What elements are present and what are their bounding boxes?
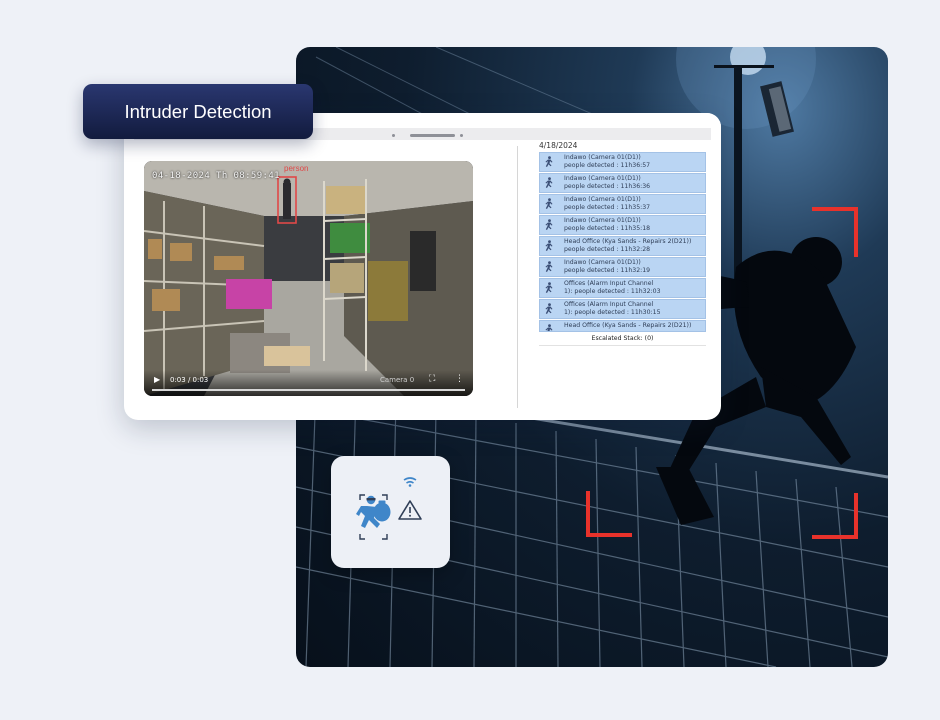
- video-timestamp-overlay: 04-18-2024 Th 08:59:41: [152, 171, 281, 181]
- alert-source: Indawo (Camera 01(D1)): [564, 259, 641, 266]
- alert-detail: 1): people detected : 11h30:15: [564, 309, 661, 316]
- alert-detail: people detected : 11h32:28: [564, 246, 651, 253]
- alert-source: Offices (Alarm Input Channel: [564, 280, 654, 287]
- running-person-icon: [545, 177, 553, 188]
- escalated-stack-label[interactable]: Escalated Stack: (0): [539, 335, 706, 342]
- alert-item[interactable]: Offices (Alarm Input Channel 1): people …: [539, 299, 706, 319]
- alert-item[interactable]: Head Office (Kya Sands - Repairs 2(D21)): [539, 320, 706, 332]
- alert-detail: people detected : 11h35:37: [564, 204, 651, 211]
- alert-item[interactable]: Offices (Alarm Input Channel 1): people …: [539, 278, 706, 298]
- alert-detail: people detected : 11h32:19: [564, 267, 651, 274]
- intruder-alert-icon: [356, 477, 422, 540]
- header-dot: [392, 134, 395, 137]
- alert-source: Indawo (Camera 01(D1)): [564, 175, 641, 182]
- alert-detail: people detected : 11h35:18: [564, 225, 651, 232]
- alert-item[interactable]: Indawo (Camera 01(D1)) people detected :…: [539, 194, 706, 214]
- alert-item[interactable]: Indawo (Camera 01(D1)) people detected :…: [539, 215, 706, 235]
- alerts-list: Indawo (Camera 01(D1)) people detected :…: [539, 152, 706, 332]
- header-dot: [460, 134, 463, 137]
- more-options-icon[interactable]: ⋮: [455, 374, 464, 384]
- alert-item[interactable]: Head Office (Kya Sands - Repairs 2(D21))…: [539, 236, 706, 256]
- video-caption-fragment: Camera 0: [380, 376, 415, 384]
- alert-detail: people detected : 11h36:36: [564, 183, 651, 190]
- intruder-icon-card: [331, 456, 450, 568]
- play-icon[interactable]: ▶: [154, 375, 160, 384]
- camera-monitor-window: 04-18-2024 Th 08:59:41 person ▶ 0:03 / 0…: [124, 113, 721, 420]
- video-time-display: 0:03 / 0:03: [170, 376, 209, 384]
- alert-detail: people detected : 11h36:57: [564, 162, 651, 169]
- alert-item[interactable]: Indawo (Camera 01(D1)) people detected :…: [539, 152, 706, 172]
- running-person-icon: [545, 282, 553, 293]
- running-person-icon: [545, 198, 553, 209]
- feature-title: Intruder Detection: [124, 100, 272, 122]
- alerts-date: 4/18/2024: [539, 141, 578, 150]
- header-drag-handle[interactable]: [410, 134, 455, 137]
- alert-item[interactable]: Indawo (Camera 01(D1)) people detected :…: [539, 173, 706, 193]
- warehouse-footage-frame: [144, 161, 473, 396]
- alert-source: Head Office (Kya Sands - Repairs 2(D21)): [564, 238, 692, 245]
- alert-source: Indawo (Camera 01(D1)): [564, 154, 641, 161]
- running-person-icon: [545, 240, 553, 251]
- alert-source: Offices (Alarm Input Channel: [564, 301, 654, 308]
- alert-item[interactable]: Indawo (Camera 01(D1)) people detected :…: [539, 257, 706, 277]
- person-detection-label: person: [284, 164, 309, 173]
- panel-divider: [517, 146, 518, 408]
- cctv-video-player[interactable]: 04-18-2024 Th 08:59:41 person ▶ 0:03 / 0…: [144, 161, 473, 396]
- alert-source: Indawo (Camera 01(D1)): [564, 217, 641, 224]
- escalated-stack-panel: [539, 345, 706, 347]
- alert-source: Head Office (Kya Sands - Repairs 2(D21)): [564, 322, 692, 329]
- running-person-icon: [545, 156, 553, 167]
- running-person-icon: [545, 303, 553, 314]
- fullscreen-icon[interactable]: ⛶: [429, 374, 435, 384]
- alert-detail: 1): people detected : 11h32:03: [564, 288, 661, 295]
- video-progress-bar[interactable]: [152, 389, 465, 391]
- running-person-icon: [545, 261, 553, 272]
- running-person-icon: [545, 219, 553, 230]
- feature-title-badge: Intruder Detection: [83, 84, 313, 139]
- alert-source: Indawo (Camera 01(D1)): [564, 196, 641, 203]
- video-controls-bar: ▶ 0:03 / 0:03 Camera 0 ⛶ ⋮: [144, 370, 473, 396]
- alerts-sidebar: 4/18/2024 Indawo (Camera 01(D1)) people …: [539, 141, 706, 347]
- running-person-icon: [545, 324, 553, 331]
